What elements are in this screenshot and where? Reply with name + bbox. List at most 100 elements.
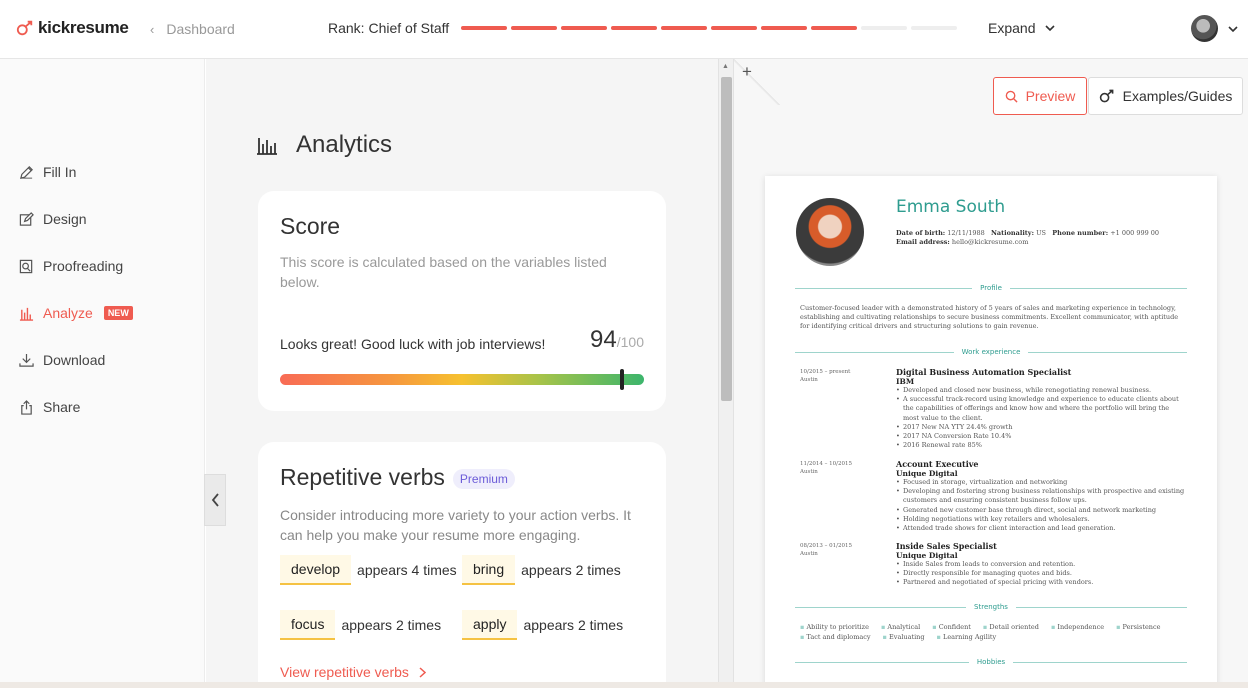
chevron-down-icon[interactable]: [1228, 26, 1238, 33]
user-avatar[interactable]: [1191, 15, 1218, 42]
search-icon: [1005, 90, 1018, 103]
job-bullet: Inside Sales from leads to conversion an…: [896, 560, 1186, 569]
job-date-range: 11/2014 – 10/2015: [800, 461, 852, 467]
section-title: Profile: [980, 284, 1002, 292]
strength-item: Detail oriented: [983, 623, 1039, 632]
rank-progress-segment: [561, 26, 607, 30]
scroll-up-arrow-icon[interactable]: ▲: [722, 63, 729, 70]
job-company: Unique Digital: [896, 551, 958, 560]
examples-guides-button[interactable]: Examples/Guides: [1088, 77, 1243, 115]
new-badge: NEW: [103, 306, 133, 320]
job-date-range: 10/2015 – present: [800, 369, 851, 375]
resume-document[interactable]: Emma South Date of birth: 12/11/1988 Nat…: [765, 176, 1217, 688]
page-title: Analytics: [296, 131, 393, 158]
sidebar-item-share[interactable]: Share: [18, 399, 80, 415]
job-bullet: 2016 Renewal rate 85%: [896, 441, 1186, 450]
logo-text: kickresume: [38, 18, 129, 37]
job-bullets: Inside Sales from leads to conversion an…: [896, 560, 1186, 588]
sidebar-item-analyze[interactable]: Analyze NEW: [18, 305, 133, 321]
score-message: Looks great! Good luck with job intervie…: [280, 336, 546, 352]
job-bullet: Focused in storage, virtualization and n…: [896, 478, 1186, 487]
verb-word[interactable]: apply: [462, 610, 518, 640]
score-gradient-bar: [280, 369, 644, 390]
view-repetitive-verbs-link[interactable]: View repetitive verbs: [280, 664, 644, 680]
resume-meta-line: Email address: hello@kickresume.com: [896, 238, 1196, 247]
breadcrumb[interactable]: ‹ Dashboard: [150, 21, 235, 37]
rank-progress-segment: [611, 26, 657, 30]
sidebar-item-download[interactable]: Download: [18, 352, 105, 368]
score-title: Score: [280, 213, 341, 239]
score-max: /100: [616, 334, 644, 350]
phone-value: +1 000 999 00: [1110, 229, 1160, 237]
sidebar-item-label: Design: [43, 211, 87, 227]
job-bullet: 2017 NA Conversion Rate 10.4%: [896, 432, 1186, 441]
dob-value: 12/11/1988: [947, 229, 985, 237]
nationality-label: Nationality:: [990, 229, 1034, 237]
chevron-left-icon: [211, 493, 219, 507]
email-value: hello@kickresume.com: [951, 238, 1029, 246]
sidebar-item-design[interactable]: Design: [18, 211, 87, 227]
collapse-sidebar-button[interactable]: [204, 474, 226, 526]
rank-progress-bar: [461, 26, 957, 30]
verbs-title-text: Repetitive verbs: [280, 464, 445, 490]
job-bullet: Attended trade shows for client interact…: [896, 524, 1186, 533]
strength-item: Persistence: [1116, 623, 1161, 632]
resume-contact: Date of birth: 12/11/1988 Nationality: U…: [896, 229, 1196, 247]
pencil-icon: [18, 164, 34, 180]
chevron-right-icon: [419, 666, 426, 678]
job-date: 08/2013 – 01/2015 Austin: [800, 542, 880, 558]
profile-text: Customer-focused leader with a demonstra…: [800, 304, 1179, 330]
score-row: Looks great! Good luck with job intervie…: [280, 326, 644, 354]
dob-label: Date of birth:: [896, 229, 946, 237]
sidebar-item-fill-in[interactable]: Fill In: [18, 164, 76, 180]
verb-count: appears 2 times: [341, 617, 442, 633]
sidebar-item-label: Download: [43, 352, 106, 368]
sidebar-item-proofreading[interactable]: Proofreading: [18, 258, 123, 274]
examples-label: Examples/Guides: [1122, 88, 1233, 104]
bottom-strip: [0, 682, 1248, 688]
kickresume-logo[interactable]: kickresume: [16, 18, 129, 38]
bar-chart-icon: [257, 138, 277, 155]
section-title: Strengths: [974, 603, 1008, 611]
expand-button[interactable]: Expand: [988, 20, 1056, 36]
verb-word[interactable]: focus: [280, 610, 336, 640]
section-hobbies: Hobbies: [795, 658, 1187, 666]
plus-icon[interactable]: +: [742, 62, 752, 82]
verb-count: appears 4 times: [357, 562, 457, 578]
job-bullets: Developed and closed new business, while…: [896, 386, 1186, 451]
verb-count: appears 2 times: [521, 562, 621, 578]
analytics-panel: Analytics Score This score is calculated…: [206, 59, 718, 688]
job-bullet: Generated new customer base through dire…: [896, 506, 1186, 515]
rank-label: Rank: Chief of Staff: [328, 20, 449, 36]
analytics-header: Analytics: [256, 131, 392, 159]
strength-item: Ability to prioritize: [800, 623, 868, 632]
verbs-title: Repetitive verbs Premium: [280, 464, 644, 491]
verb-word[interactable]: bring: [462, 555, 516, 585]
download-icon: [18, 352, 34, 368]
score-card: Score This score is calculated based on …: [258, 191, 666, 411]
verb-item: apply appears 2 times: [462, 610, 642, 640]
magnifier-doc-icon: [18, 258, 34, 274]
sidebar-item-label: Fill In: [43, 164, 77, 180]
chevron-left-icon: ‹: [150, 21, 155, 37]
strength-item: Confident: [932, 623, 971, 632]
verb-word[interactable]: develop: [280, 555, 352, 585]
verb-item: focus appears 2 times: [280, 610, 462, 640]
panel-scrollbar[interactable]: ▲: [718, 59, 734, 688]
section-work: Work experience: [795, 348, 1187, 356]
verbs-description: Consider introducing more variety to you…: [280, 507, 631, 543]
kickresume-logo-icon: [1099, 89, 1114, 103]
section-profile: Profile: [795, 284, 1187, 292]
job-title: Digital Business Automation Specialist: [896, 367, 1072, 377]
scroll-thumb[interactable]: [721, 77, 732, 401]
job-body: Account Executive Unique Digital Focused…: [896, 460, 1186, 534]
sidebar-item-label: Analyze: [43, 305, 93, 321]
preview-label: Preview: [1025, 88, 1076, 104]
job-body: Inside Sales Specialist Unique Digital I…: [896, 542, 1186, 588]
pencil-square-icon: [18, 211, 34, 227]
preview-button[interactable]: Preview: [993, 77, 1087, 115]
breadcrumb-dashboard[interactable]: Dashboard: [166, 21, 235, 37]
bar-chart-icon: [18, 305, 34, 321]
score-value: 94/100: [590, 326, 644, 354]
rank-progress-segment: [761, 26, 807, 30]
